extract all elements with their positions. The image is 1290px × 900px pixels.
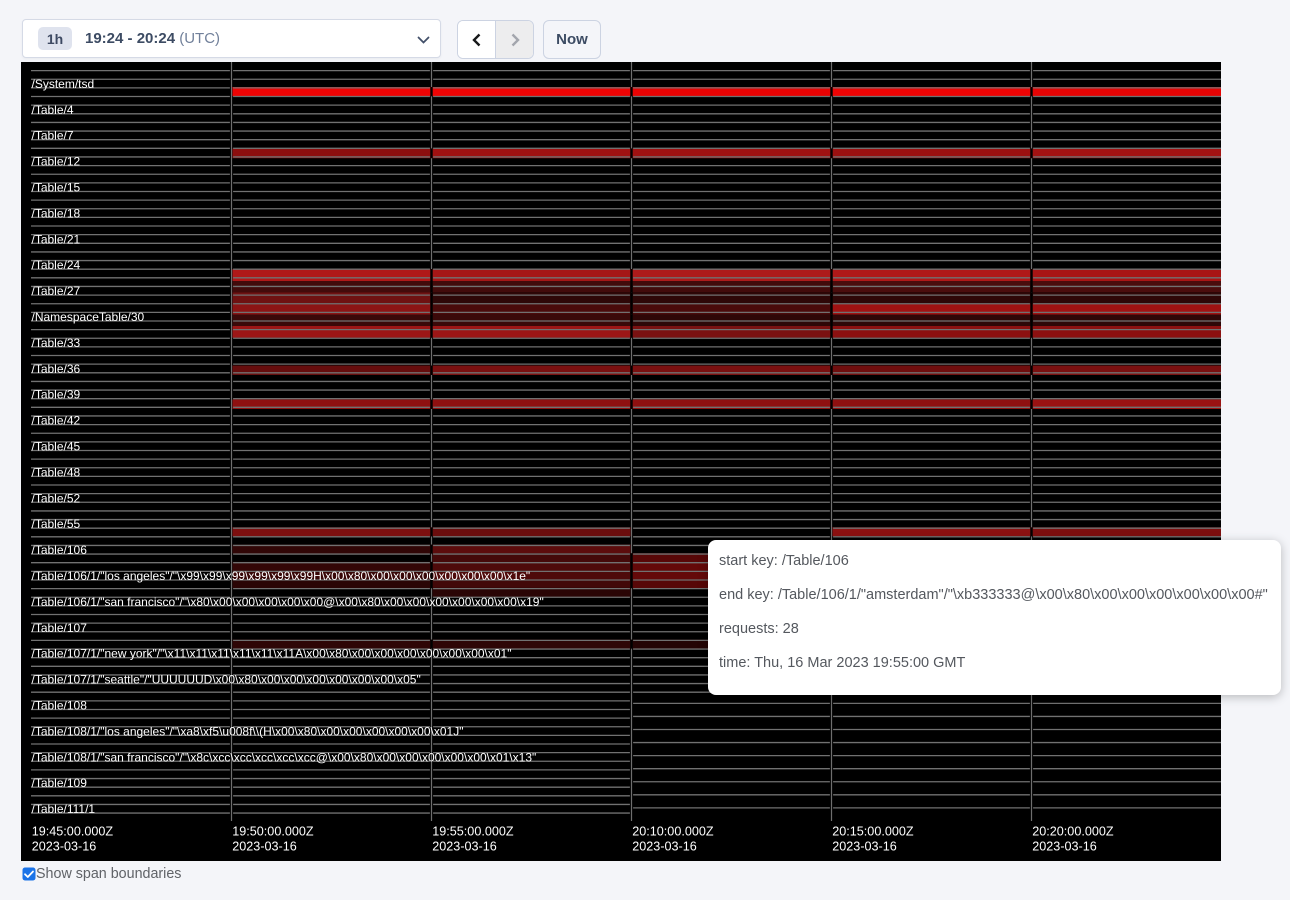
svg-text:/Table/4: /Table/4 (32, 103, 74, 117)
svg-text:/Table/42: /Table/42 (32, 414, 81, 428)
svg-text:/Table/106: /Table/106 (32, 543, 88, 557)
svg-text:/Table/108/1/"san francisco"/": /Table/108/1/"san francisco"/"\x8c\xcc\x… (32, 750, 537, 764)
svg-text:/Table/109: /Table/109 (32, 776, 88, 790)
svg-text:/Table/18: /Table/18 (32, 206, 81, 220)
svg-text:/Table/108/1/"los angeles"/"\x: /Table/108/1/"los angeles"/"\xa8\xf5\u00… (32, 724, 464, 738)
svg-text:/Table/27: /Table/27 (32, 284, 81, 298)
svg-text:19:50:00.000Z: 19:50:00.000Z (232, 825, 314, 839)
svg-text:/Table/24: /Table/24 (32, 258, 81, 272)
svg-text:/Table/21: /Table/21 (32, 232, 81, 246)
svg-text:/Table/111/1: /Table/111/1 (32, 802, 96, 816)
svg-text:2023-03-16: 2023-03-16 (432, 840, 496, 854)
svg-text:/Table/48: /Table/48 (32, 465, 81, 479)
svg-text:/Table/107: /Table/107 (32, 621, 88, 635)
svg-text:2023-03-16: 2023-03-16 (832, 840, 896, 854)
svg-text:/System/tsd: /System/tsd (32, 77, 95, 91)
svg-text:/NamespaceTable/30: /NamespaceTable/30 (32, 310, 145, 324)
svg-text:2023-03-16: 2023-03-16 (232, 840, 296, 854)
svg-text:/Table/33: /Table/33 (32, 336, 81, 350)
svg-text:20:20:00.000Z: 20:20:00.000Z (1032, 825, 1114, 839)
svg-text:/Table/108: /Table/108 (32, 699, 88, 713)
svg-text:/Table/55: /Table/55 (32, 517, 81, 531)
svg-text:/Table/15: /Table/15 (32, 181, 81, 195)
svg-text:/Table/107/1/"new york"/"\x11\: /Table/107/1/"new york"/"\x11\x11\x11\x1… (32, 647, 512, 661)
svg-text:/Table/7: /Table/7 (32, 129, 74, 143)
svg-text:20:10:00.000Z: 20:10:00.000Z (632, 825, 714, 839)
svg-text:/Table/39: /Table/39 (32, 388, 81, 402)
svg-text:/Table/52: /Table/52 (32, 491, 81, 505)
svg-text:/Table/107/1/"seattle"/"UUUUUU: /Table/107/1/"seattle"/"UUUUUUD\x00\x80\… (32, 673, 421, 687)
svg-text:20:15:00.000Z: 20:15:00.000Z (832, 825, 914, 839)
svg-text:2023-03-16: 2023-03-16 (1032, 840, 1096, 854)
svg-text:/Table/106/1/"los angeles"/"\x: /Table/106/1/"los angeles"/"\x99\x99\x99… (32, 569, 531, 583)
svg-text:/Table/45: /Table/45 (32, 440, 81, 454)
svg-text:2023-03-16: 2023-03-16 (632, 840, 696, 854)
svg-text:/Table/12: /Table/12 (32, 155, 81, 169)
svg-text:19:45:00.000Z: 19:45:00.000Z (32, 825, 114, 839)
svg-text:/Table/36: /Table/36 (32, 362, 81, 376)
svg-text:2023-03-16: 2023-03-16 (32, 840, 96, 854)
svg-text:/Table/106/1/"san francisco"/": /Table/106/1/"san francisco"/"\x80\x00\x… (32, 595, 544, 609)
svg-text:19:55:00.000Z: 19:55:00.000Z (432, 825, 514, 839)
